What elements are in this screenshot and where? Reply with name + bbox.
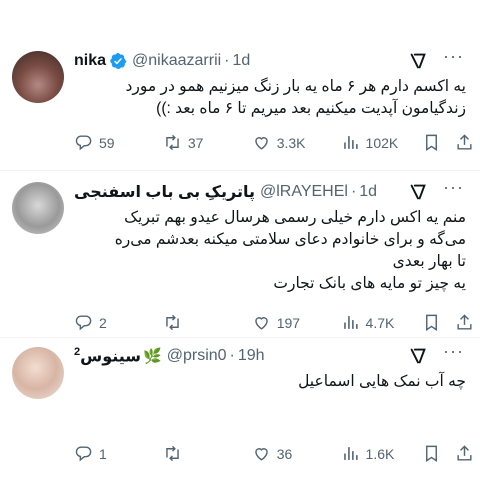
- reply-button[interactable]: 59: [74, 133, 163, 152]
- reply-count: 1: [99, 445, 107, 462]
- more-options-icon[interactable]: ···: [443, 177, 464, 198]
- avatar[interactable]: [12, 182, 64, 234]
- like-count: 36: [276, 445, 293, 462]
- like-button[interactable]: 197: [252, 313, 341, 332]
- like-icon: [254, 317, 268, 330]
- reply-count: 59: [99, 134, 115, 151]
- reply-icon: [75, 315, 92, 331]
- user-handle[interactable]: @nikaazarrii: [132, 52, 221, 70]
- repost-icon: [166, 445, 179, 462]
- tweet-text: یه اکسم دارم هر ۶ ماه یه بار زنگ میزنیم …: [74, 76, 466, 120]
- separator-dot: ·: [350, 183, 357, 200]
- like-button[interactable]: 3.3K: [252, 133, 341, 152]
- user-handle[interactable]: @prsin0: [167, 347, 227, 365]
- reply-button[interactable]: 1: [74, 444, 163, 463]
- tweet-text-line: یه چیز تو مایه های بانک تجارت: [273, 275, 466, 292]
- like-count: 3.3K: [276, 134, 306, 151]
- avatar[interactable]: [12, 347, 64, 399]
- verified-badge-icon: [109, 52, 127, 70]
- repost-button[interactable]: [163, 313, 252, 332]
- like-icon: [254, 137, 268, 150]
- repost-icon: [166, 314, 179, 331]
- views-count: 1.6K: [365, 445, 395, 462]
- timestamp[interactable]: 19h: [238, 347, 265, 365]
- action-bar: 59 37 3.3K 102K: [74, 133, 474, 152]
- tweet-text-line: چه آب نمک هایی اسماعیل: [298, 373, 466, 390]
- share-icon[interactable]: [455, 444, 474, 463]
- display-name[interactable]: پاتریکِ بی باب اسفنجی: [74, 182, 255, 202]
- grok-icon[interactable]: [408, 184, 428, 200]
- tweet-text: چه آب نمک هایی اسماعیل: [74, 371, 466, 393]
- bookmark-icon[interactable]: [422, 444, 441, 463]
- reply-icon: [75, 446, 92, 462]
- share-icon[interactable]: [455, 313, 474, 332]
- repost-icon: [166, 134, 179, 151]
- tweet[interactable]: nika @nikaazarrii · 1d ··· یه اکسم دارم …: [0, 0, 480, 171]
- repost-button[interactable]: [163, 444, 252, 463]
- like-button[interactable]: 36: [252, 444, 341, 463]
- repost-button[interactable]: 37: [163, 133, 252, 152]
- separator-dot: ·: [224, 52, 230, 69]
- user-handle[interactable]: @lRAYEHEl: [260, 183, 348, 201]
- tweet-text-line: زندگیامون آپدیت میکنیم بعد میریم تا ۶ ما…: [156, 100, 466, 117]
- views-count: 102K: [365, 134, 399, 151]
- display-name[interactable]: سینوس2 🌿: [74, 346, 162, 366]
- separator-dot: ·: [229, 347, 235, 364]
- grok-icon[interactable]: [408, 53, 428, 69]
- action-bar: 1 36 1.6K: [74, 444, 474, 463]
- action-bar: 2 197 4.7K: [74, 313, 474, 332]
- bookmark-icon[interactable]: [422, 313, 441, 332]
- views-icon: [343, 316, 358, 329]
- like-icon: [254, 448, 268, 461]
- reply-button[interactable]: 2: [74, 313, 163, 332]
- grok-icon[interactable]: [408, 348, 428, 364]
- views-icon: [343, 447, 358, 460]
- display-name[interactable]: nika: [74, 52, 106, 70]
- tweet-header: سینوس2 🌿 @prsin0 · 19h ···: [74, 341, 468, 367]
- views-button[interactable]: 4.7K: [341, 313, 422, 332]
- timestamp[interactable]: 1d: [233, 52, 251, 70]
- tweet-text: منم یه اکس دارم خیلی رسمی هرسال عیدو بهم…: [74, 207, 466, 295]
- timestamp[interactable]: 1d: [359, 183, 377, 201]
- reply-count: 2: [99, 314, 107, 331]
- herb-emoji: 🌿: [143, 348, 162, 366]
- tweet-text-line: منم یه اکس دارم خیلی رسمی هرسال عیدو بهم…: [124, 209, 466, 226]
- bookmark-icon[interactable]: [422, 133, 441, 152]
- reply-icon: [75, 135, 92, 151]
- views-button[interactable]: 102K: [341, 133, 422, 152]
- more-options-icon[interactable]: ···: [443, 46, 464, 67]
- views-icon: [343, 136, 358, 149]
- like-count: 197: [276, 314, 301, 331]
- tweet-text-line: یه اکسم دارم هر ۶ ماه یه بار زنگ میزنیم …: [125, 78, 466, 95]
- tweet[interactable]: سینوس2 🌿 @prsin0 · 19h ··· چه آب نمک هایی…: [0, 338, 480, 480]
- more-options-icon[interactable]: ···: [443, 341, 464, 362]
- tweet[interactable]: پاتریکِ بی باب اسفنجی @lRAYEHEl · 1d ···…: [0, 171, 480, 338]
- display-name-text: سینوس: [80, 348, 142, 366]
- views-button[interactable]: 1.6K: [341, 444, 422, 463]
- tweet-header: پاتریکِ بی باب اسفنجی @lRAYEHEl · 1d ···: [74, 177, 468, 203]
- tweet-text-line: تا بهار بعدی: [392, 253, 466, 270]
- tweet-text-line: می‌گه و برای خانوادم دعای سلامتی میکنه ب…: [114, 231, 466, 248]
- views-count: 4.7K: [365, 314, 395, 331]
- tweet-header: nika @nikaazarrii · 1d ···: [74, 46, 468, 72]
- avatar[interactable]: [12, 51, 64, 103]
- share-icon[interactable]: [455, 133, 474, 152]
- repost-count: 37: [187, 134, 204, 151]
